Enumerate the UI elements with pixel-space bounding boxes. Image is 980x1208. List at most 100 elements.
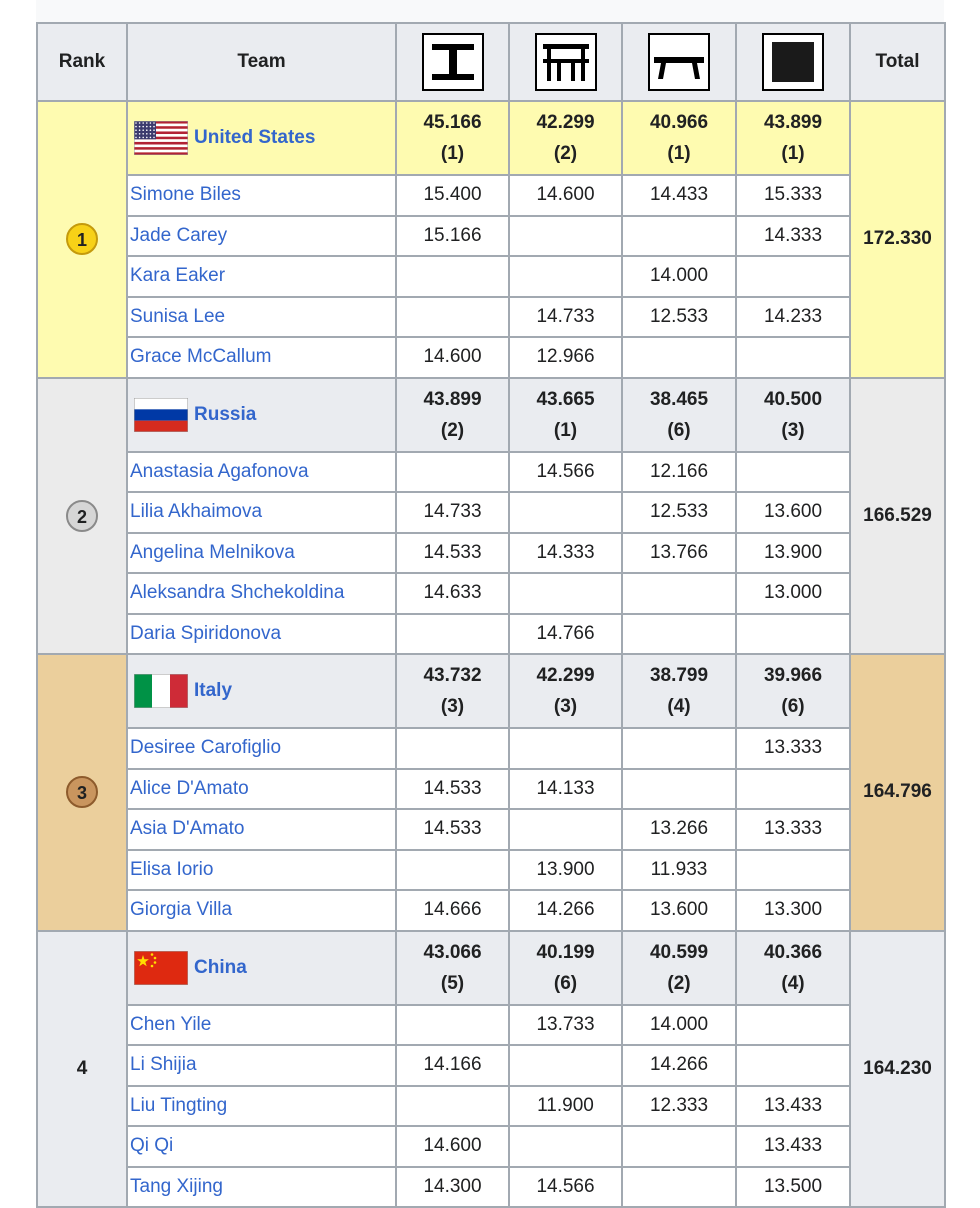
athlete-name-link[interactable]: Desiree Carofiglio <box>126 727 397 770</box>
athlete-score-cell: 14.333 <box>508 531 623 574</box>
apparatus-score-value: 43.899 <box>423 388 482 410</box>
athlete-score-cell <box>735 255 851 298</box>
athlete-score-cell <box>395 295 510 338</box>
athlete-name-link[interactable]: Sunisa Lee <box>126 295 397 338</box>
athlete-score-cell: 15.400 <box>395 174 510 217</box>
athlete-name-link[interactable]: Anastasia Agafonova <box>126 450 397 493</box>
athlete-name-link[interactable]: Alice D'Amato <box>126 767 397 810</box>
team-row: 1 United States 45.166 (1) 42.299 (2) 40.966 (1… <box>36 100 946 379</box>
apparatus-score-value: 45.166 <box>423 112 482 133</box>
team-total-value: 164.796 <box>863 781 932 803</box>
team-apparatus-score: 43.899 (2) <box>395 376 510 453</box>
team-total-cell: 172.330 <box>849 100 946 379</box>
athlete-score-cell: 12.533 <box>621 295 737 338</box>
russia-flag-icon <box>134 397 188 432</box>
uneven-bars-icon <box>421 33 484 91</box>
athlete-score-cell: 14.233 <box>735 295 851 338</box>
team-apparatus-score: 43.732 (3) <box>395 653 510 729</box>
athlete-score-cell: 13.333 <box>735 808 851 851</box>
team-header[interactable]: Team <box>126 22 397 102</box>
athlete-score-cell: 13.600 <box>735 491 851 534</box>
team-name-link[interactable]: United States <box>194 127 315 148</box>
athlete-score-cell <box>508 491 623 534</box>
team-results-table: Rank Team Total 1 United States 45.166 (… <box>36 22 946 1208</box>
athlete-name-link[interactable]: Qi Qi <box>126 1125 397 1168</box>
team-name-cell: United States <box>126 100 397 176</box>
athlete-name-link[interactable]: Chen Yile <box>126 1003 397 1046</box>
athlete-name-link[interactable]: Grace McCallum <box>126 336 397 379</box>
apparatus-place: (2) <box>440 419 465 441</box>
rank-header[interactable]: Rank <box>36 22 128 102</box>
team-total-cell: 164.230 <box>849 929 946 1208</box>
apparatus-score-value: 42.299 <box>536 665 595 686</box>
athlete-score-cell: 12.333 <box>621 1084 737 1127</box>
athlete-name-link[interactable]: Elisa Iorio <box>126 848 397 891</box>
rank-cell: 3 <box>36 653 128 932</box>
athlete-score-cell <box>735 1044 851 1087</box>
floor-header[interactable] <box>735 22 851 102</box>
athlete-score-cell: 13.900 <box>735 531 851 574</box>
results-body: 1 United States 45.166 (1) 42.299 (2) 40.966 (1… <box>36 100 946 1208</box>
apparatus-place: (1) <box>440 143 465 164</box>
athlete-row: Grace McCallum 14.600 12.966 <box>37 336 945 379</box>
apparatus-place: (6) <box>781 696 805 717</box>
apparatus-score-value: 42.299 <box>536 112 595 133</box>
athlete-name-link[interactable]: Angelina Melnikova <box>126 531 397 574</box>
athlete-row: Desiree Carofiglio 13.333 <box>37 727 945 770</box>
athlete-name-link[interactable]: Li Shijia <box>126 1044 397 1087</box>
athlete-score-cell: 14.000 <box>621 255 737 298</box>
apparatus-place: (6) <box>667 419 691 441</box>
athlete-score-cell <box>508 808 623 851</box>
athlete-score-cell <box>508 572 623 615</box>
athlete-score-cell: 14.533 <box>395 531 510 574</box>
athlete-score-cell: 14.533 <box>395 808 510 851</box>
athlete-score-cell <box>621 214 737 257</box>
athlete-score-cell <box>395 450 510 493</box>
team-name-link[interactable]: Italy <box>194 680 232 701</box>
athlete-name-link[interactable]: Aleksandra Shchekoldina <box>126 572 397 615</box>
athlete-row: Daria Spiridonova 14.766 <box>37 612 945 655</box>
athlete-score-cell: 14.666 <box>395 889 510 932</box>
athlete-score-cell <box>395 848 510 891</box>
athlete-score-cell: 13.333 <box>735 727 851 770</box>
apparatus-place: (1) <box>667 143 691 164</box>
athlete-score-cell: 14.633 <box>395 572 510 615</box>
athlete-name-link[interactable]: Simone Biles <box>126 174 397 217</box>
athlete-name-link[interactable]: Daria Spiridonova <box>126 612 397 655</box>
athlete-score-cell <box>735 612 851 655</box>
athlete-name-link[interactable]: Lilia Akhaimova <box>126 491 397 534</box>
apparatus-score-value: 39.966 <box>763 665 823 686</box>
athlete-score-cell: 14.266 <box>508 889 623 932</box>
athlete-name-link[interactable]: Kara Eaker <box>126 255 397 298</box>
rank-cell: 4 <box>36 929 128 1208</box>
athlete-score-cell <box>395 255 510 298</box>
vault-header[interactable] <box>508 22 623 102</box>
apparatus-place: (3) <box>781 419 805 441</box>
rank-number: 4 <box>76 1057 88 1079</box>
athlete-name-link[interactable]: Liu Tingting <box>126 1084 397 1127</box>
team-apparatus-score: 39.966 (6) <box>735 653 851 729</box>
balance-beam-header[interactable] <box>621 22 737 102</box>
total-header[interactable]: Total <box>849 22 946 102</box>
athlete-score-cell: 14.533 <box>395 767 510 810</box>
athlete-name-link[interactable]: Giorgia Villa <box>126 889 397 932</box>
athlete-row: Tang Xijing 14.300 14.566 13.500 <box>37 1165 945 1208</box>
athlete-name-link[interactable]: Tang Xijing <box>126 1165 397 1208</box>
athlete-name-link[interactable]: Asia D'Amato <box>126 808 397 851</box>
athlete-row: Li Shijia 14.166 14.266 <box>37 1044 945 1087</box>
athlete-score-cell: 14.266 <box>621 1044 737 1087</box>
team-apparatus-score: 45.166 (1) <box>395 100 510 176</box>
athlete-score-cell: 14.766 <box>508 612 623 655</box>
athlete-score-cell <box>508 727 623 770</box>
athlete-row: Liu Tingting 11.900 12.333 13.433 <box>37 1084 945 1127</box>
team-name-link[interactable]: Russia <box>194 404 256 425</box>
athlete-score-cell <box>395 612 510 655</box>
athlete-name-link[interactable]: Jade Carey <box>126 214 397 257</box>
athlete-score-cell <box>735 336 851 379</box>
apparatus-place: (1) <box>781 143 805 164</box>
team-name-link[interactable]: China <box>194 957 247 978</box>
uneven-bars-header[interactable] <box>395 22 510 102</box>
team-apparatus-score: 43.899 (1) <box>735 100 851 176</box>
rank-cell: 2 <box>36 376 128 655</box>
athlete-score-cell: 13.300 <box>735 889 851 932</box>
